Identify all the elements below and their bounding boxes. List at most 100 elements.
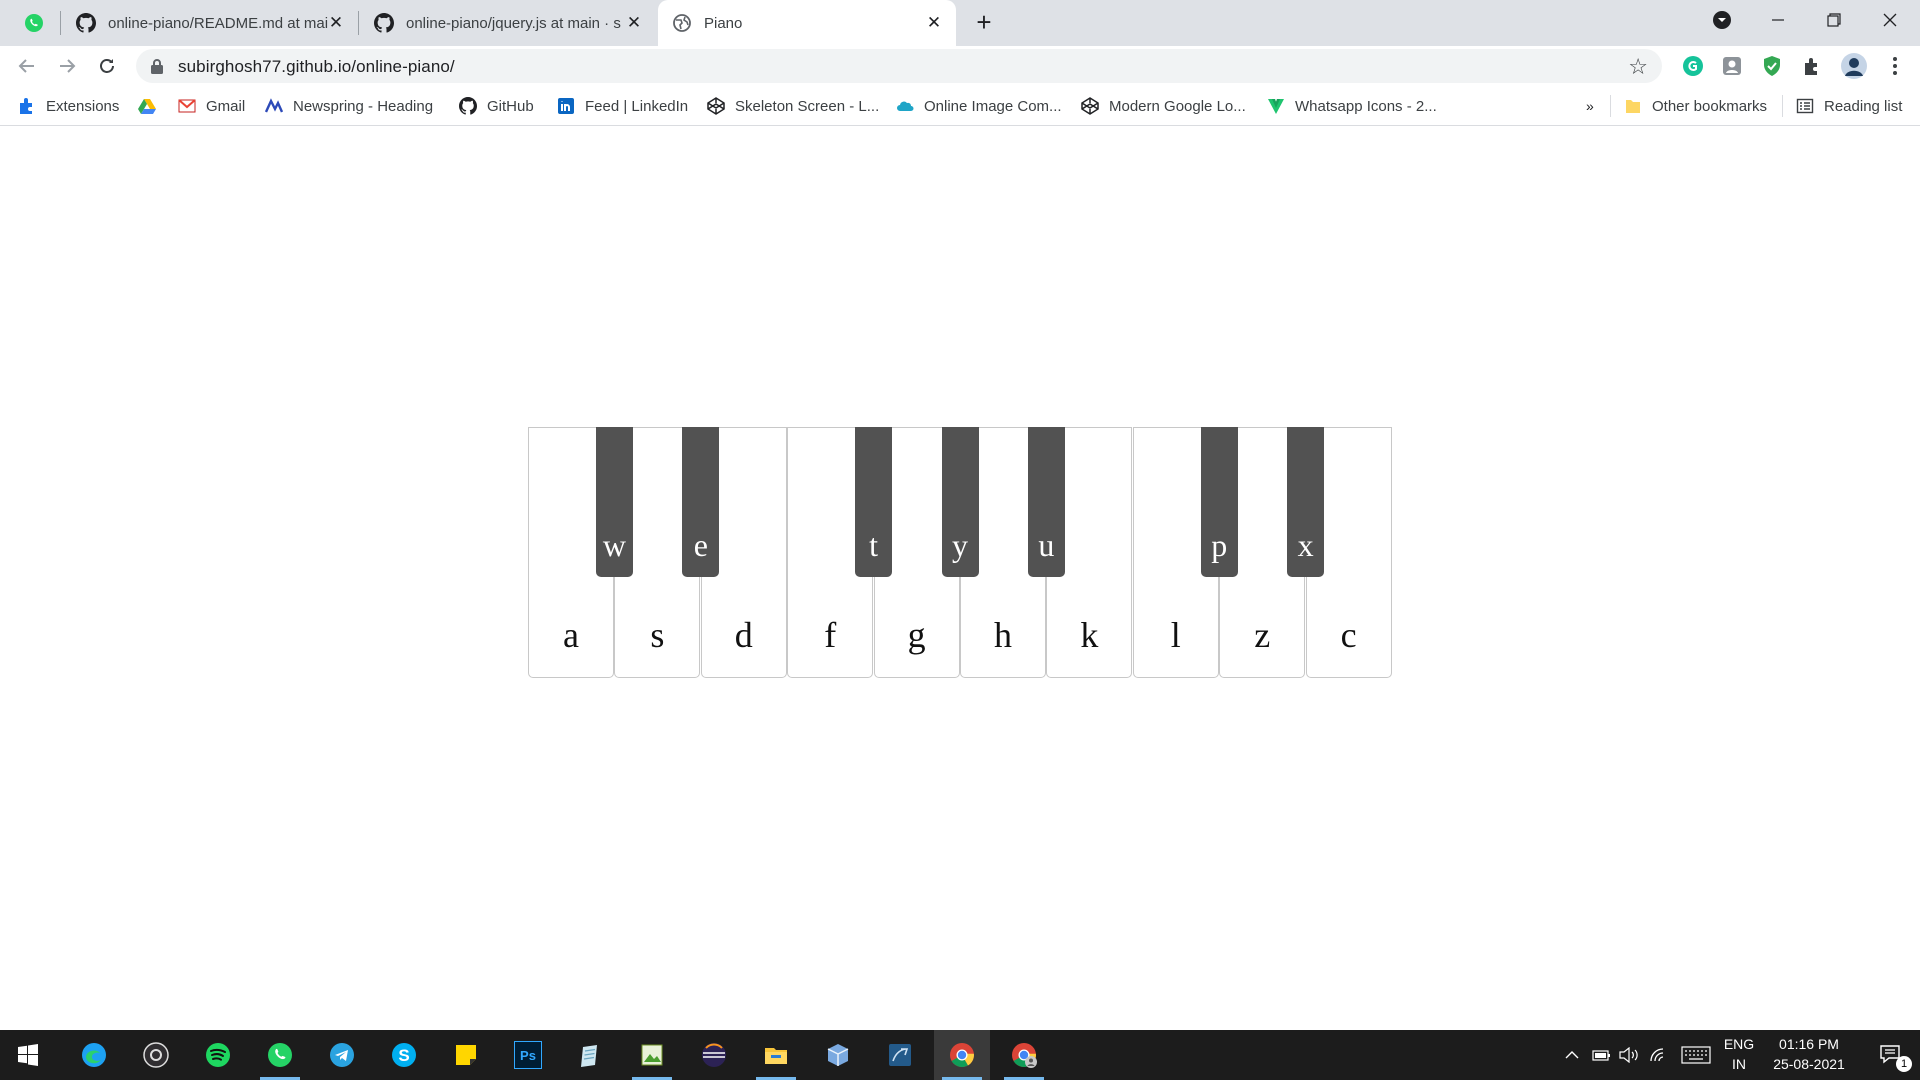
battery-button[interactable]: [1588, 1030, 1614, 1080]
black-key-x[interactable]: x: [1287, 427, 1325, 577]
forward-button[interactable]: [51, 50, 83, 82]
bookmarks-divider: [1782, 95, 1783, 117]
tab-title: online-piano/jquery.js at main · s: [406, 14, 621, 32]
new-tab-button[interactable]: +: [970, 7, 998, 37]
bookmark-label: Gmail: [206, 97, 246, 115]
taskbar-photoshop[interactable]: Ps: [500, 1030, 556, 1080]
tab-separator: [60, 11, 61, 35]
bookmark-github[interactable]: GitHub: [459, 95, 534, 117]
bookmark-skeleton-screen[interactable]: Skeleton Screen - L...: [707, 95, 879, 117]
key-label: p: [1211, 527, 1228, 563]
image-viewer-icon: [641, 1044, 663, 1066]
back-button[interactable]: [11, 50, 43, 82]
language-indicator[interactable]: ENG IN: [1718, 1036, 1760, 1072]
bookmark-extensions[interactable]: Extensions: [18, 95, 119, 117]
battery-icon: [1592, 1050, 1610, 1061]
tab-search-button[interactable]: [1694, 0, 1750, 40]
piano-keyboard: a s d f g h k l z c w e t y u p x: [528, 427, 1392, 678]
taskbar-skype[interactable]: S: [376, 1030, 432, 1080]
taskbar-image-viewer[interactable]: [624, 1030, 680, 1080]
wifi-button[interactable]: [1646, 1030, 1672, 1080]
taskbar-obs[interactable]: [128, 1030, 184, 1080]
reading-list-button[interactable]: Reading list: [1796, 95, 1902, 117]
whatsapp-icon: [25, 14, 43, 32]
taskbar-3d-viewer[interactable]: [810, 1030, 866, 1080]
taskbar-spotify[interactable]: [190, 1030, 246, 1080]
clock[interactable]: 01:16 PM 25-08-2021: [1764, 1036, 1854, 1072]
bookmark-linkedin[interactable]: Feed | LinkedIn: [557, 95, 688, 117]
taskbar-eclipse[interactable]: [686, 1030, 742, 1080]
address-bar[interactable]: subirghosh77.github.io/online-piano/ ☆: [136, 49, 1662, 83]
taskbar-telegram[interactable]: [314, 1030, 370, 1080]
bookmark-newspring[interactable]: Newspring - Heading: [265, 95, 433, 117]
volume-button[interactable]: [1616, 1030, 1642, 1080]
bookmark-label: Feed | LinkedIn: [585, 97, 689, 115]
obs-icon: [143, 1042, 169, 1068]
close-window-button[interactable]: [1862, 0, 1918, 40]
close-icon[interactable]: ✕: [326, 13, 346, 33]
bookmark-modern-google[interactable]: Modern Google Lo...: [1081, 95, 1246, 117]
taskbar-whatsapp[interactable]: [252, 1030, 308, 1080]
bookmark-gmail[interactable]: Gmail: [178, 95, 245, 117]
black-key-u[interactable]: u: [1027, 427, 1065, 577]
close-icon[interactable]: ✕: [924, 13, 944, 33]
taskbar-edge[interactable]: [66, 1030, 122, 1080]
black-key-w[interactable]: w: [595, 427, 633, 577]
photoshop-icon: Ps: [514, 1041, 542, 1069]
tab-jquery[interactable]: online-piano/jquery.js at main · s ✕: [360, 0, 656, 46]
bookmark-label: Other bookmarks: [1652, 97, 1768, 115]
bookmark-label: Online Image Com...: [924, 97, 1062, 115]
bookmark-label: Skeleton Screen - L...: [735, 97, 880, 115]
taskbar-sticky-notes[interactable]: [438, 1030, 494, 1080]
bookmark-label: Reading list: [1824, 97, 1903, 115]
close-icon[interactable]: ✕: [624, 13, 644, 33]
tab-readme[interactable]: online-piano/README.md at mai ✕: [62, 0, 358, 46]
notification-center-button[interactable]: 1: [1866, 1030, 1916, 1080]
google-drive-icon: [138, 99, 156, 114]
bookmark-online-image[interactable]: Online Image Com...: [896, 95, 1062, 117]
keyboard-button[interactable]: [1678, 1030, 1714, 1080]
cloud-icon: [897, 101, 914, 111]
reload-button[interactable]: [91, 50, 123, 82]
gmail-icon: [178, 99, 196, 113]
extension-user-icon[interactable]: [1721, 55, 1743, 77]
taskbar-file-explorer[interactable]: [748, 1030, 804, 1080]
taskbar-sql[interactable]: [872, 1030, 928, 1080]
bookmark-whatsapp-icons[interactable]: Whatsapp Icons - 2...: [1267, 95, 1437, 117]
skype-icon: S: [392, 1043, 416, 1067]
black-key-e[interactable]: e: [682, 427, 720, 577]
photoshop-label: Ps: [520, 1047, 536, 1063]
puzzle-icon[interactable]: [1801, 55, 1823, 77]
tab-piano[interactable]: Piano ✕: [658, 0, 956, 46]
bookmark-star-icon[interactable]: ☆: [1628, 54, 1648, 80]
github-icon: [76, 13, 96, 33]
restore-icon: [1827, 13, 1841, 27]
restore-button[interactable]: [1806, 0, 1862, 40]
taskbar-chrome[interactable]: [934, 1030, 990, 1080]
chrome-icon: [950, 1043, 974, 1068]
minimize-button[interactable]: [1750, 0, 1806, 40]
taskbar-chrome-profile[interactable]: [996, 1030, 1052, 1080]
bookmark-google-drive[interactable]: [138, 95, 166, 117]
bookmark-other-bookmarks[interactable]: Other bookmarks: [1624, 95, 1767, 117]
more-vert-icon[interactable]: [1884, 55, 1906, 77]
avatar[interactable]: [1840, 52, 1868, 80]
tray-overflow-button[interactable]: [1560, 1030, 1584, 1080]
arrow-right-icon: [60, 59, 76, 73]
bookmarks-overflow-button[interactable]: »: [1586, 95, 1594, 117]
black-key-p[interactable]: p: [1200, 427, 1238, 577]
keyboard-icon: [1681, 1046, 1711, 1064]
black-key-t[interactable]: t: [855, 427, 893, 577]
start-button[interactable]: [0, 1030, 56, 1080]
telegram-icon: [330, 1043, 354, 1067]
tab-whatsapp[interactable]: [10, 0, 60, 46]
shield-icon[interactable]: [1761, 55, 1783, 77]
windows-taskbar: S Ps ENG IN 01:16 PM 25-08-2021 1: [0, 1030, 1920, 1080]
reading-list-icon: [1796, 98, 1814, 114]
taskbar-notepad[interactable]: [562, 1030, 618, 1080]
bookmark-label: Extensions: [46, 97, 120, 115]
vuetify-icon: [1268, 99, 1284, 114]
linkedin-icon: [558, 98, 574, 114]
grammarly-icon[interactable]: [1682, 55, 1704, 77]
black-key-y[interactable]: y: [941, 427, 979, 577]
